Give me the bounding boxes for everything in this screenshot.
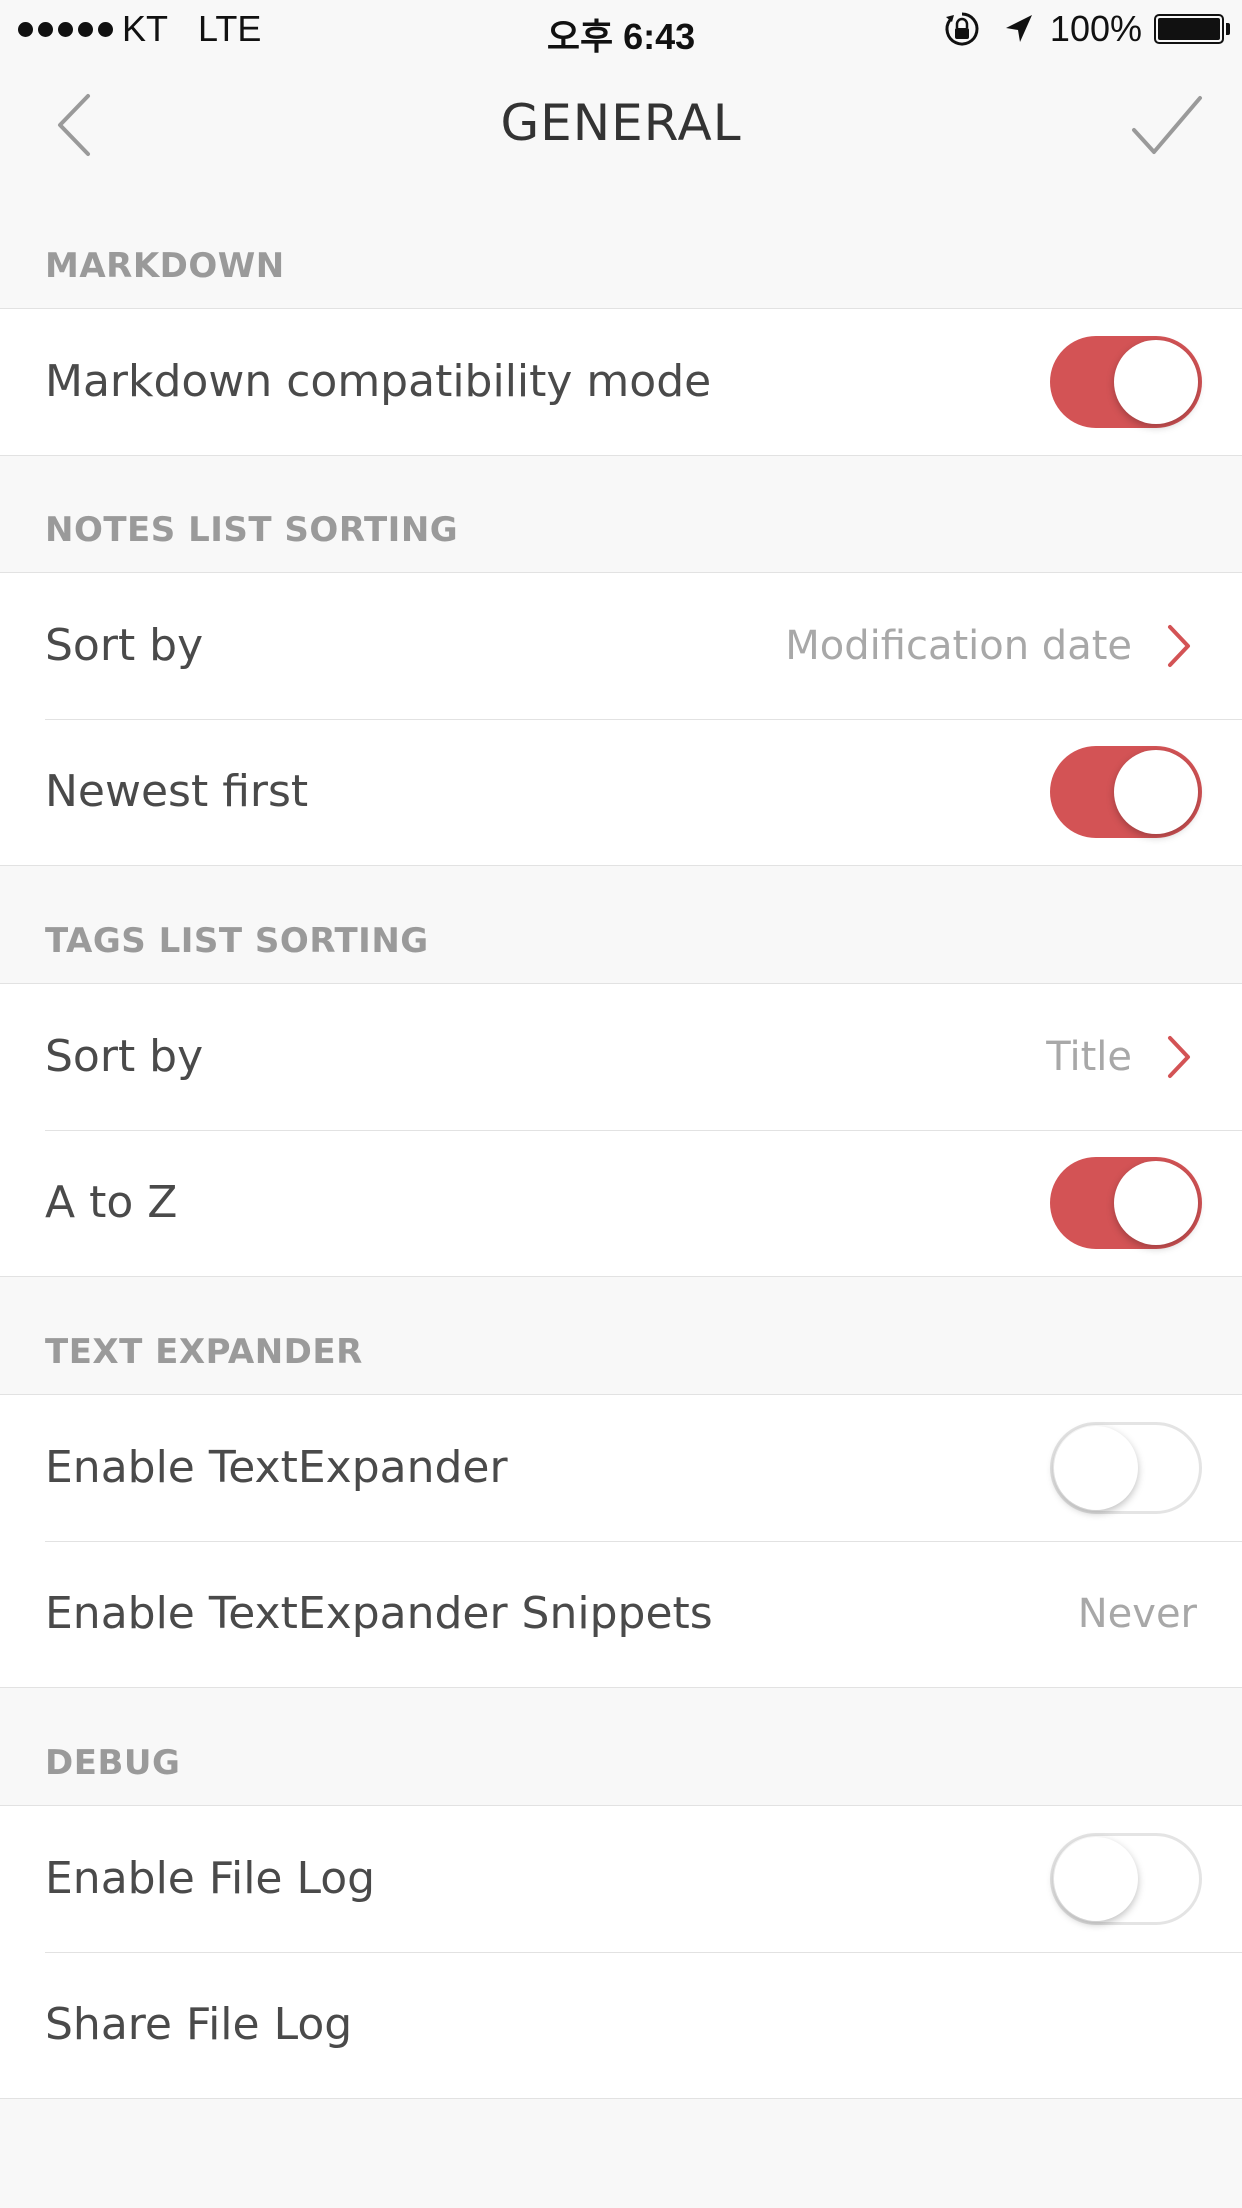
chevron-right-icon [1168,1036,1190,1078]
group-markdown: Markdown compatibility mode [0,308,1242,456]
row-label: A to Z [45,1177,178,1228]
row-a-to-z[interactable]: A to Z [0,1130,1242,1276]
row-label: Share File Log [45,1999,353,2050]
group-tags-sorting: Sort by Title A to Z [0,983,1242,1277]
row-label: Sort by [45,1031,204,1082]
enable-textexpander-toggle[interactable] [1050,1422,1202,1514]
chevron-right-icon [1168,625,1190,667]
nav-bar: GENERAL [0,60,1242,190]
toggle-knob [1114,750,1198,834]
toggle-knob [1054,1837,1138,1921]
row-tags-sort-by[interactable]: Sort by Title [0,984,1242,1130]
group-debug: Enable File Log Share File Log [0,1805,1242,2099]
markdown-compatibility-toggle[interactable] [1050,336,1202,428]
group-notes-sorting: Sort by Modification date Newest first [0,572,1242,866]
row-label: Newest first [45,766,309,817]
row-label: Enable File Log [45,1853,376,1904]
row-label: Markdown compatibility mode [45,356,712,407]
row-newest-first[interactable]: Newest first [0,719,1242,865]
row-label: Enable TextExpander [45,1442,508,1493]
row-label: Enable TextExpander Snippets [45,1588,713,1639]
orientation-lock-icon [945,12,979,46]
row-share-file-log[interactable]: Share File Log [0,1952,1242,2098]
group-text-expander: Enable TextExpander Enable TextExpander … [0,1394,1242,1688]
status-right: 100% [942,8,1230,50]
page-title: GENERAL [500,94,742,152]
battery-percent: 100% [1049,8,1142,49]
row-value: Modification date [785,623,1132,669]
toggle-knob [1054,1426,1138,1510]
row-textexpander-snippets[interactable]: Enable TextExpander Snippets Never [0,1541,1242,1687]
toggle-knob [1114,340,1198,424]
battery-icon [1154,14,1230,44]
row-value: Never [1077,1591,1197,1637]
section-header-markdown: MARKDOWN [45,246,285,286]
row-value: Title [1046,1034,1132,1080]
row-enable-textexpander[interactable]: Enable TextExpander [0,1395,1242,1541]
section-header-notes-sorting: NOTES LIST SORTING [45,510,459,550]
row-label: Sort by [45,620,204,671]
section-header-tags-sorting: TAGS LIST SORTING [45,921,429,961]
row-notes-sort-by[interactable]: Sort by Modification date [0,573,1242,719]
checkmark-icon[interactable] [1126,90,1206,160]
row-enable-file-log[interactable]: Enable File Log [0,1806,1242,1952]
toggle-knob [1114,1161,1198,1245]
section-header-debug: DEBUG [45,1743,181,1783]
enable-file-log-toggle[interactable] [1050,1833,1202,1925]
status-bar: KT LTE 오후 6:43 100% [0,0,1242,60]
row-markdown-compatibility[interactable]: Markdown compatibility mode [0,309,1242,455]
location-arrow-icon [1005,15,1032,42]
a-to-z-toggle[interactable] [1050,1157,1202,1249]
section-header-text-expander: TEXT EXPANDER [45,1332,363,1372]
newest-first-toggle[interactable] [1050,746,1202,838]
